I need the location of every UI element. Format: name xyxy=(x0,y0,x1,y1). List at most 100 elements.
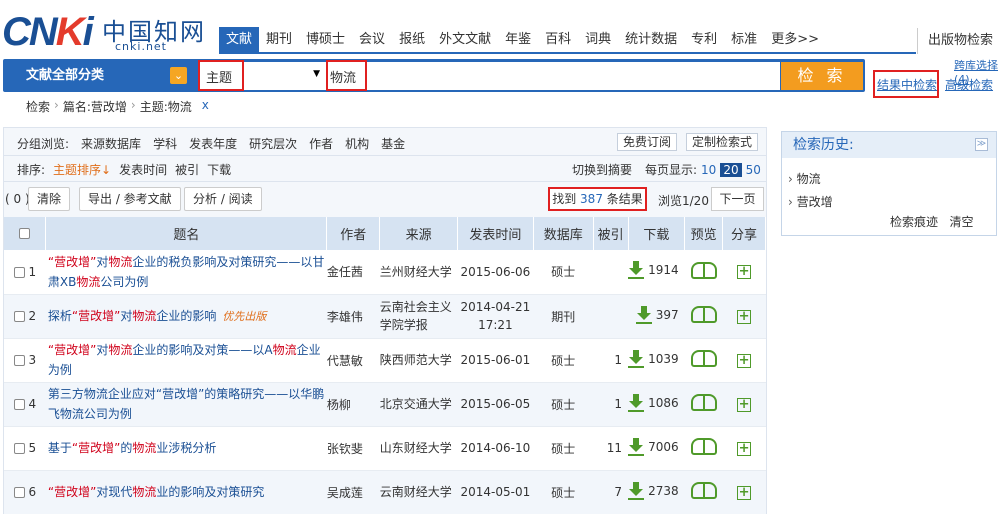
download-icon[interactable] xyxy=(628,437,645,456)
free-subscribe-button[interactable]: 免费订阅 xyxy=(617,133,678,151)
nav-tab[interactable]: 文献 xyxy=(219,27,260,52)
cited-cell[interactable] xyxy=(593,294,629,339)
search-button[interactable]: 检 索 xyxy=(781,62,863,90)
source-cell[interactable]: 云南财经大学 xyxy=(379,470,458,514)
download-icon[interactable] xyxy=(628,393,645,412)
paper-title[interactable]: 第三方物流企业应对“营改增”的策略研究——以华鹏飞物流公司为例 xyxy=(45,382,327,427)
collapse-icon[interactable]: ≫ xyxy=(975,138,988,151)
paper-title[interactable]: “营改增”对物流企业的影响及对策——以A物流企业为例 xyxy=(45,338,327,383)
switch-abstract-link[interactable]: 切换到摘要 xyxy=(572,161,632,178)
advanced-search-link[interactable]: 高级检索 xyxy=(945,76,993,93)
nav-tab[interactable]: 专利 xyxy=(684,27,724,52)
author-cell[interactable]: 金任茜 xyxy=(326,250,380,295)
book-icon[interactable] xyxy=(690,394,717,411)
author-cell[interactable]: 李雄伟 xyxy=(326,294,380,339)
source-cell[interactable]: 北京交通大学 xyxy=(379,382,458,427)
plus-icon[interactable]: + xyxy=(737,441,752,456)
keyword-input[interactable]: 物流 xyxy=(326,62,780,90)
table-row[interactable]: 6 “营改增”对现代物流业的影响及对策研究 吴成莲 云南财经大学 2014-05-01 硕… xyxy=(4,470,766,514)
plus-icon[interactable]: + xyxy=(737,353,752,368)
group-item[interactable]: 作者 xyxy=(309,135,333,152)
next-page-button[interactable]: 下一页 xyxy=(711,187,764,211)
clear-button[interactable]: 清除 xyxy=(28,187,71,211)
book-icon[interactable] xyxy=(690,438,717,455)
remove-filter-icon[interactable]: x xyxy=(202,98,209,115)
history-item[interactable]: 物流 xyxy=(788,170,821,187)
cited-cell[interactable]: 11 xyxy=(593,426,629,471)
nav-tab[interactable]: 报纸 xyxy=(392,27,432,52)
group-item[interactable]: 研究层次 xyxy=(249,135,297,152)
group-item[interactable]: 来源数据库 xyxy=(81,135,141,152)
breadcrumb-item[interactable]: 检索 xyxy=(26,98,50,115)
row-checkbox[interactable] xyxy=(13,443,25,454)
plus-icon[interactable]: + xyxy=(737,309,752,324)
plus-icon[interactable]: + xyxy=(737,397,752,412)
breadcrumb-item[interactable]: 篇名:营改增 xyxy=(63,98,127,115)
source-cell[interactable]: 山东财经大学 xyxy=(379,426,458,471)
source-cell[interactable]: 兰州财经大学 xyxy=(379,250,458,295)
plus-icon[interactable]: + xyxy=(737,485,752,500)
plus-icon[interactable]: + xyxy=(737,265,752,280)
row-checkbox[interactable] xyxy=(13,399,25,410)
nav-tab[interactable]: 年鉴 xyxy=(498,27,538,52)
category-selector[interactable]: 文献全部分类 xyxy=(8,61,190,90)
table-row[interactable]: 3 “营改增”对物流企业的影响及对策——以A物流企业为例 代慧敏 陕西师范大学 2015… xyxy=(4,338,766,383)
nav-tab[interactable]: 百科 xyxy=(538,27,578,52)
group-item[interactable]: 基金 xyxy=(381,135,405,152)
book-icon[interactable] xyxy=(690,306,717,323)
export-button[interactable]: 导出 / 参考文献 xyxy=(79,187,181,211)
nav-tab[interactable]: 博硕士 xyxy=(299,27,352,52)
book-icon[interactable] xyxy=(690,350,717,367)
group-item[interactable]: 发表年度 xyxy=(189,135,237,152)
sort-relevance[interactable]: 主题排序↓ xyxy=(53,161,111,178)
book-icon[interactable] xyxy=(690,482,717,499)
trace-link[interactable]: 检索痕迹 xyxy=(890,215,938,229)
cited-cell[interactable]: 7 xyxy=(593,470,629,514)
table-row[interactable]: 1 “营改增”对物流企业的税负影响及对策研究——以甘肃XB物流公司为例 金任茜 兰州财… xyxy=(4,250,766,295)
paper-title[interactable]: “营改增”对物流企业的税负影响及对策研究——以甘肃XB物流公司为例 xyxy=(45,250,327,295)
cited-cell[interactable] xyxy=(593,250,629,295)
table-row[interactable]: 4 第三方物流企业应对“营改增”的策略研究——以华鹏飞物流公司为例 杨柳 北京交通大学… xyxy=(4,382,766,427)
clear-history-link[interactable]: 清空 xyxy=(949,215,973,229)
publication-search-link[interactable]: 出版物检索 xyxy=(917,28,1004,54)
select-all-checkbox[interactable] xyxy=(19,228,31,239)
author-cell[interactable]: 代慧敏 xyxy=(326,338,380,383)
author-cell[interactable]: 张钦斐 xyxy=(326,426,380,471)
breadcrumb-item[interactable]: 主题:物流 xyxy=(140,98,192,115)
table-row[interactable]: 5 基于“营改增”的物流业涉税分析 张钦斐 山东财经大学 2014-06-10 硕士 11 7… xyxy=(4,426,766,471)
nav-tab[interactable]: 会议 xyxy=(352,27,392,52)
paper-title[interactable]: 探析“营改增”对物流企业的影响 优先出版 xyxy=(45,294,327,339)
author-cell[interactable]: 杨柳 xyxy=(326,382,380,427)
nav-tab[interactable]: 标准 xyxy=(724,27,764,52)
author-cell[interactable]: 吴成莲 xyxy=(326,470,380,514)
book-icon[interactable] xyxy=(690,261,717,279)
nav-tab[interactable]: 词典 xyxy=(578,27,618,52)
paper-title[interactable]: “营改增”对现代物流业的影响及对策研究 xyxy=(45,470,327,514)
paper-title[interactable]: 基于“营改增”的物流业涉税分析 xyxy=(45,426,327,471)
per-page-option[interactable]: 10 xyxy=(701,163,716,177)
download-icon[interactable] xyxy=(628,261,645,280)
row-checkbox[interactable] xyxy=(13,487,25,498)
chevron-down-icon[interactable]: ⌄ xyxy=(170,67,187,84)
history-item[interactable]: 营改增 xyxy=(788,193,833,210)
nav-tab[interactable]: 外文文献 xyxy=(432,27,498,52)
download-icon[interactable] xyxy=(635,305,652,324)
nav-tab[interactable]: 统计数据 xyxy=(618,27,684,52)
cited-cell[interactable]: 1 xyxy=(593,338,629,383)
row-checkbox[interactable] xyxy=(13,266,25,278)
nav-tab[interactable]: 更多>> xyxy=(764,27,826,52)
group-item[interactable]: 机构 xyxy=(345,135,369,152)
source-cell[interactable]: 云南社会主义学院学报 xyxy=(379,294,458,339)
source-cell[interactable]: 陕西师范大学 xyxy=(379,338,458,383)
group-item[interactable]: 学科 xyxy=(153,135,177,152)
table-row[interactable]: 2 探析“营改增”对物流企业的影响 优先出版 李雄伟 云南社会主义学院学报 2014-04… xyxy=(4,294,766,339)
per-page-option-active[interactable]: 20 xyxy=(720,162,742,177)
sort-date[interactable]: 发表时间 xyxy=(119,161,167,178)
row-checkbox[interactable] xyxy=(13,311,25,322)
cited-cell[interactable]: 1 xyxy=(593,382,629,427)
nav-tab[interactable]: 期刊 xyxy=(259,27,299,52)
per-page-option[interactable]: 50 xyxy=(746,163,761,177)
download-icon[interactable] xyxy=(628,481,645,500)
sort-cited[interactable]: 被引 xyxy=(175,161,199,178)
download-icon[interactable] xyxy=(628,349,645,368)
